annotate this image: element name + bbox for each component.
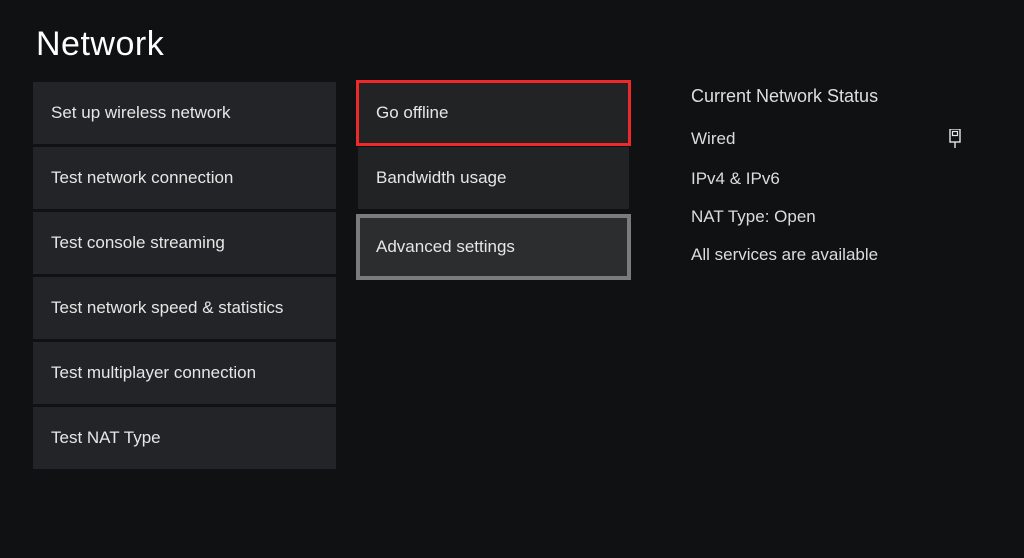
test-streaming-button[interactable]: Test console streaming (33, 212, 336, 274)
secondary-options-column: Go offline Bandwidth usage Advanced sett… (358, 82, 629, 278)
button-label: Set up wireless network (51, 103, 231, 123)
status-title: Current Network Status (691, 86, 963, 107)
services-status: All services are available (691, 245, 963, 265)
button-label: Advanced settings (376, 237, 515, 257)
setup-wireless-button[interactable]: Set up wireless network (33, 82, 336, 144)
test-connection-button[interactable]: Test network connection (33, 147, 336, 209)
button-label: Test multiplayer connection (51, 363, 256, 383)
test-nat-button[interactable]: Test NAT Type (33, 407, 336, 469)
ethernet-icon (947, 129, 963, 149)
button-label: Go offline (376, 103, 448, 123)
ip-protocol: IPv4 & IPv6 (691, 169, 963, 189)
bandwidth-usage-button[interactable]: Bandwidth usage (358, 147, 629, 209)
test-multiplayer-button[interactable]: Test multiplayer connection (33, 342, 336, 404)
button-label: Test network speed & statistics (51, 298, 283, 318)
network-layout: Set up wireless network Test network con… (0, 82, 1024, 469)
connection-type-value: Wired (691, 129, 735, 149)
primary-options-column: Set up wireless network Test network con… (33, 82, 336, 469)
button-label: Test console streaming (51, 233, 225, 253)
network-status-panel: Current Network Status Wired IPv4 & IPv6… (651, 82, 971, 283)
go-offline-button[interactable]: Go offline (358, 82, 629, 144)
button-label: Test NAT Type (51, 428, 161, 448)
test-speed-button[interactable]: Test network speed & statistics (33, 277, 336, 339)
connection-type-row: Wired (691, 129, 963, 149)
button-label: Test network connection (51, 168, 233, 188)
button-label: Bandwidth usage (376, 168, 506, 188)
nat-type: NAT Type: Open (691, 207, 963, 227)
page-title: Network (36, 25, 1024, 64)
advanced-settings-button[interactable]: Advanced settings (358, 216, 629, 278)
